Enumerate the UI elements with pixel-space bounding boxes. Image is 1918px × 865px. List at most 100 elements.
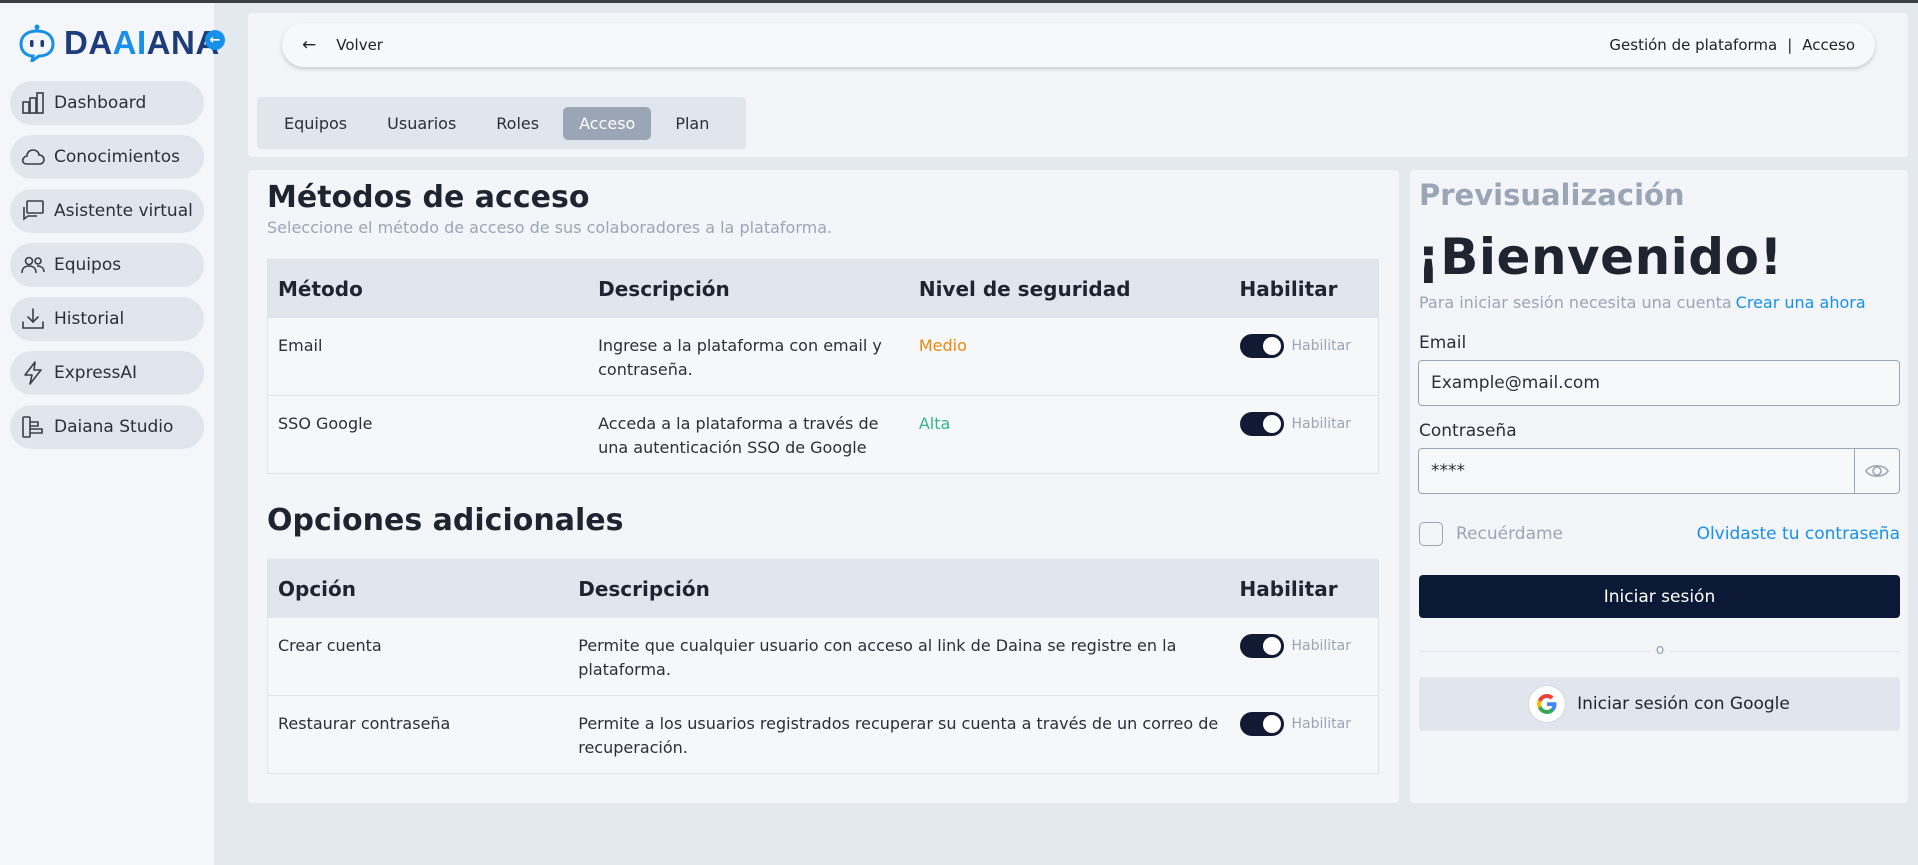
description-cell: Permite a los usuarios registrados recup… bbox=[568, 695, 1230, 774]
sidebar: DAAIANA Dashboard Conocimientos Asistent… bbox=[0, 3, 219, 865]
column-header: Descripción bbox=[588, 259, 909, 318]
table-header-row: Opción Descripción Habilitar bbox=[267, 559, 1379, 618]
password-field: **** bbox=[1418, 448, 1900, 494]
description-cell: Permite que cualquier usuario con acceso… bbox=[568, 617, 1230, 696]
security-level-cell: Alta bbox=[908, 395, 1230, 474]
sidebar-item-label: Historial bbox=[54, 309, 125, 329]
sidebar-item-historial[interactable]: Historial bbox=[10, 297, 204, 341]
email-label: Email bbox=[1419, 333, 1467, 353]
option-cell: Crear cuenta bbox=[267, 617, 569, 696]
logo: DAAIANA bbox=[18, 23, 220, 63]
google-icon bbox=[1529, 686, 1566, 722]
google-login-label: Iniciar sesión con Google bbox=[1577, 694, 1790, 714]
breadcrumb-item-current: Acceso bbox=[1802, 36, 1855, 54]
password-input[interactable]: **** bbox=[1419, 449, 1855, 493]
topbar: ← Volver Gestión de plataforma | Acceso bbox=[282, 23, 1875, 67]
tab-usuarios[interactable]: Usuarios bbox=[371, 107, 472, 140]
toggle-label: Habilitar bbox=[1291, 416, 1352, 432]
breadcrumb: Gestión de plataforma | Acceso bbox=[1609, 36, 1855, 54]
remember-me: Recuérdame bbox=[1419, 522, 1563, 546]
remember-me-label: Recuérdame bbox=[1456, 524, 1564, 544]
breadcrumb-separator: | bbox=[1787, 36, 1793, 54]
sidebar-item-conocimientos[interactable]: Conocimientos bbox=[10, 135, 204, 179]
window-top-strip bbox=[0, 0, 1918, 3]
security-level-cell: Medio bbox=[908, 317, 1230, 396]
sidebar-item-equipos[interactable]: Equipos bbox=[10, 243, 204, 287]
method-cell: Email bbox=[267, 317, 589, 396]
users-icon bbox=[21, 256, 45, 274]
email-field[interactable]: Example@mail.com bbox=[1418, 360, 1900, 406]
signup-prompt: Para iniciar sesión necesita una cuenta C… bbox=[1419, 293, 1866, 312]
sidebar-item-label: ExpressAI bbox=[54, 363, 138, 383]
chat-icon bbox=[23, 200, 44, 221]
divider-text: o bbox=[1650, 642, 1670, 658]
description-cell: Acceda a la plataforma a través de una a… bbox=[588, 395, 909, 474]
robot-logo-icon bbox=[19, 24, 55, 62]
column-header: Habilitar bbox=[1229, 559, 1379, 618]
sidebar-item-label: Asistente virtual bbox=[54, 201, 193, 221]
enable-toggle[interactable] bbox=[1239, 712, 1284, 736]
create-account-link[interactable]: Crear una ahora bbox=[1736, 293, 1866, 312]
additional-options-title: Opciones adicionales bbox=[267, 503, 624, 538]
enable-toggle[interactable] bbox=[1239, 634, 1284, 658]
enable-toggle[interactable] bbox=[1239, 412, 1284, 436]
access-methods-title: Métodos de acceso bbox=[267, 180, 590, 215]
back-button[interactable]: Volver bbox=[336, 36, 383, 54]
sidebar-item-label: Daiana Studio bbox=[54, 417, 174, 437]
table-row: Restaurar contraseña Permite a los usuar… bbox=[267, 695, 1379, 774]
access-methods-table: Método Descripción Nivel de seguridad Ha… bbox=[267, 259, 1379, 474]
sidebar-item-asistente-virtual[interactable]: Asistente virtual bbox=[10, 189, 204, 233]
sidebar-item-label: Dashboard bbox=[54, 93, 147, 113]
logo-text: DAAIANA bbox=[64, 24, 220, 61]
collapse-sidebar-button[interactable]: ← bbox=[205, 30, 225, 50]
eye-icon bbox=[1865, 464, 1889, 478]
tab-plan[interactable]: Plan bbox=[659, 107, 725, 140]
lightning-icon bbox=[24, 361, 42, 385]
tab-roles[interactable]: Roles bbox=[480, 107, 555, 140]
table-row: Email Ingrese a la plataforma con email … bbox=[267, 317, 1379, 396]
sidebar-item-daiana-studio[interactable]: Daiana Studio bbox=[10, 405, 204, 449]
remember-me-checkbox[interactable] bbox=[1419, 522, 1443, 546]
sidebar-item-label: Conocimientos bbox=[54, 147, 180, 167]
forgot-password-link[interactable]: Olvidaste tu contraseña bbox=[1697, 524, 1900, 544]
enable-cell: Habilitar bbox=[1229, 395, 1379, 474]
column-header: Nivel de seguridad bbox=[908, 259, 1230, 318]
enable-toggle[interactable] bbox=[1239, 334, 1284, 358]
sidebar-nav: Dashboard Conocimientos Asistente virtua… bbox=[10, 81, 204, 459]
tab-acceso[interactable]: Acceso bbox=[563, 106, 652, 140]
column-header: Opción bbox=[267, 559, 569, 618]
studio-icon bbox=[22, 416, 43, 438]
column-header: Habilitar bbox=[1229, 259, 1379, 318]
download-icon bbox=[22, 308, 44, 329]
toggle-label: Habilitar bbox=[1291, 338, 1352, 354]
enable-cell: Habilitar bbox=[1229, 317, 1379, 396]
back-arrow-icon[interactable]: ← bbox=[302, 35, 316, 55]
tab-bar: Equipos Usuarios Roles Acceso Plan bbox=[257, 97, 746, 149]
password-label: Contraseña bbox=[1419, 421, 1517, 441]
sidebar-item-dashboard[interactable]: Dashboard bbox=[10, 81, 204, 125]
table-row: SSO Google Acceda a la plataforma a trav… bbox=[267, 395, 1379, 474]
show-password-button[interactable] bbox=[1855, 449, 1899, 493]
enable-cell: Habilitar bbox=[1229, 617, 1379, 696]
table-header-row: Método Descripción Nivel de seguridad Ha… bbox=[267, 259, 1379, 318]
column-header: Descripción bbox=[568, 559, 1230, 618]
tab-equipos[interactable]: Equipos bbox=[268, 107, 363, 140]
sidebar-item-expressai[interactable]: ExpressAI bbox=[10, 351, 204, 395]
google-login-button[interactable]: Iniciar sesión con Google bbox=[1419, 677, 1900, 731]
bar-chart-icon bbox=[22, 92, 44, 114]
sidebar-item-label: Equipos bbox=[54, 255, 122, 275]
preview-title: Previsualización bbox=[1419, 178, 1685, 212]
toggle-label: Habilitar bbox=[1291, 716, 1352, 732]
arrow-left-icon: ← bbox=[209, 32, 221, 48]
table-row: Crear cuenta Permite que cualquier usuar… bbox=[267, 617, 1379, 696]
column-header: Método bbox=[267, 259, 589, 318]
toggle-label: Habilitar bbox=[1291, 638, 1352, 654]
method-cell: SSO Google bbox=[267, 395, 589, 474]
option-cell: Restaurar contraseña bbox=[267, 695, 569, 774]
welcome-heading: ¡Bienvenido! bbox=[1417, 228, 1783, 286]
breadcrumb-item[interactable]: Gestión de plataforma bbox=[1609, 36, 1777, 54]
additional-options-table: Opción Descripción Habilitar Crear cuent… bbox=[267, 559, 1379, 774]
login-button[interactable]: Iniciar sesión bbox=[1419, 575, 1900, 618]
cloud-icon bbox=[21, 149, 45, 165]
description-cell: Ingrese a la plataforma con email y cont… bbox=[588, 317, 909, 396]
